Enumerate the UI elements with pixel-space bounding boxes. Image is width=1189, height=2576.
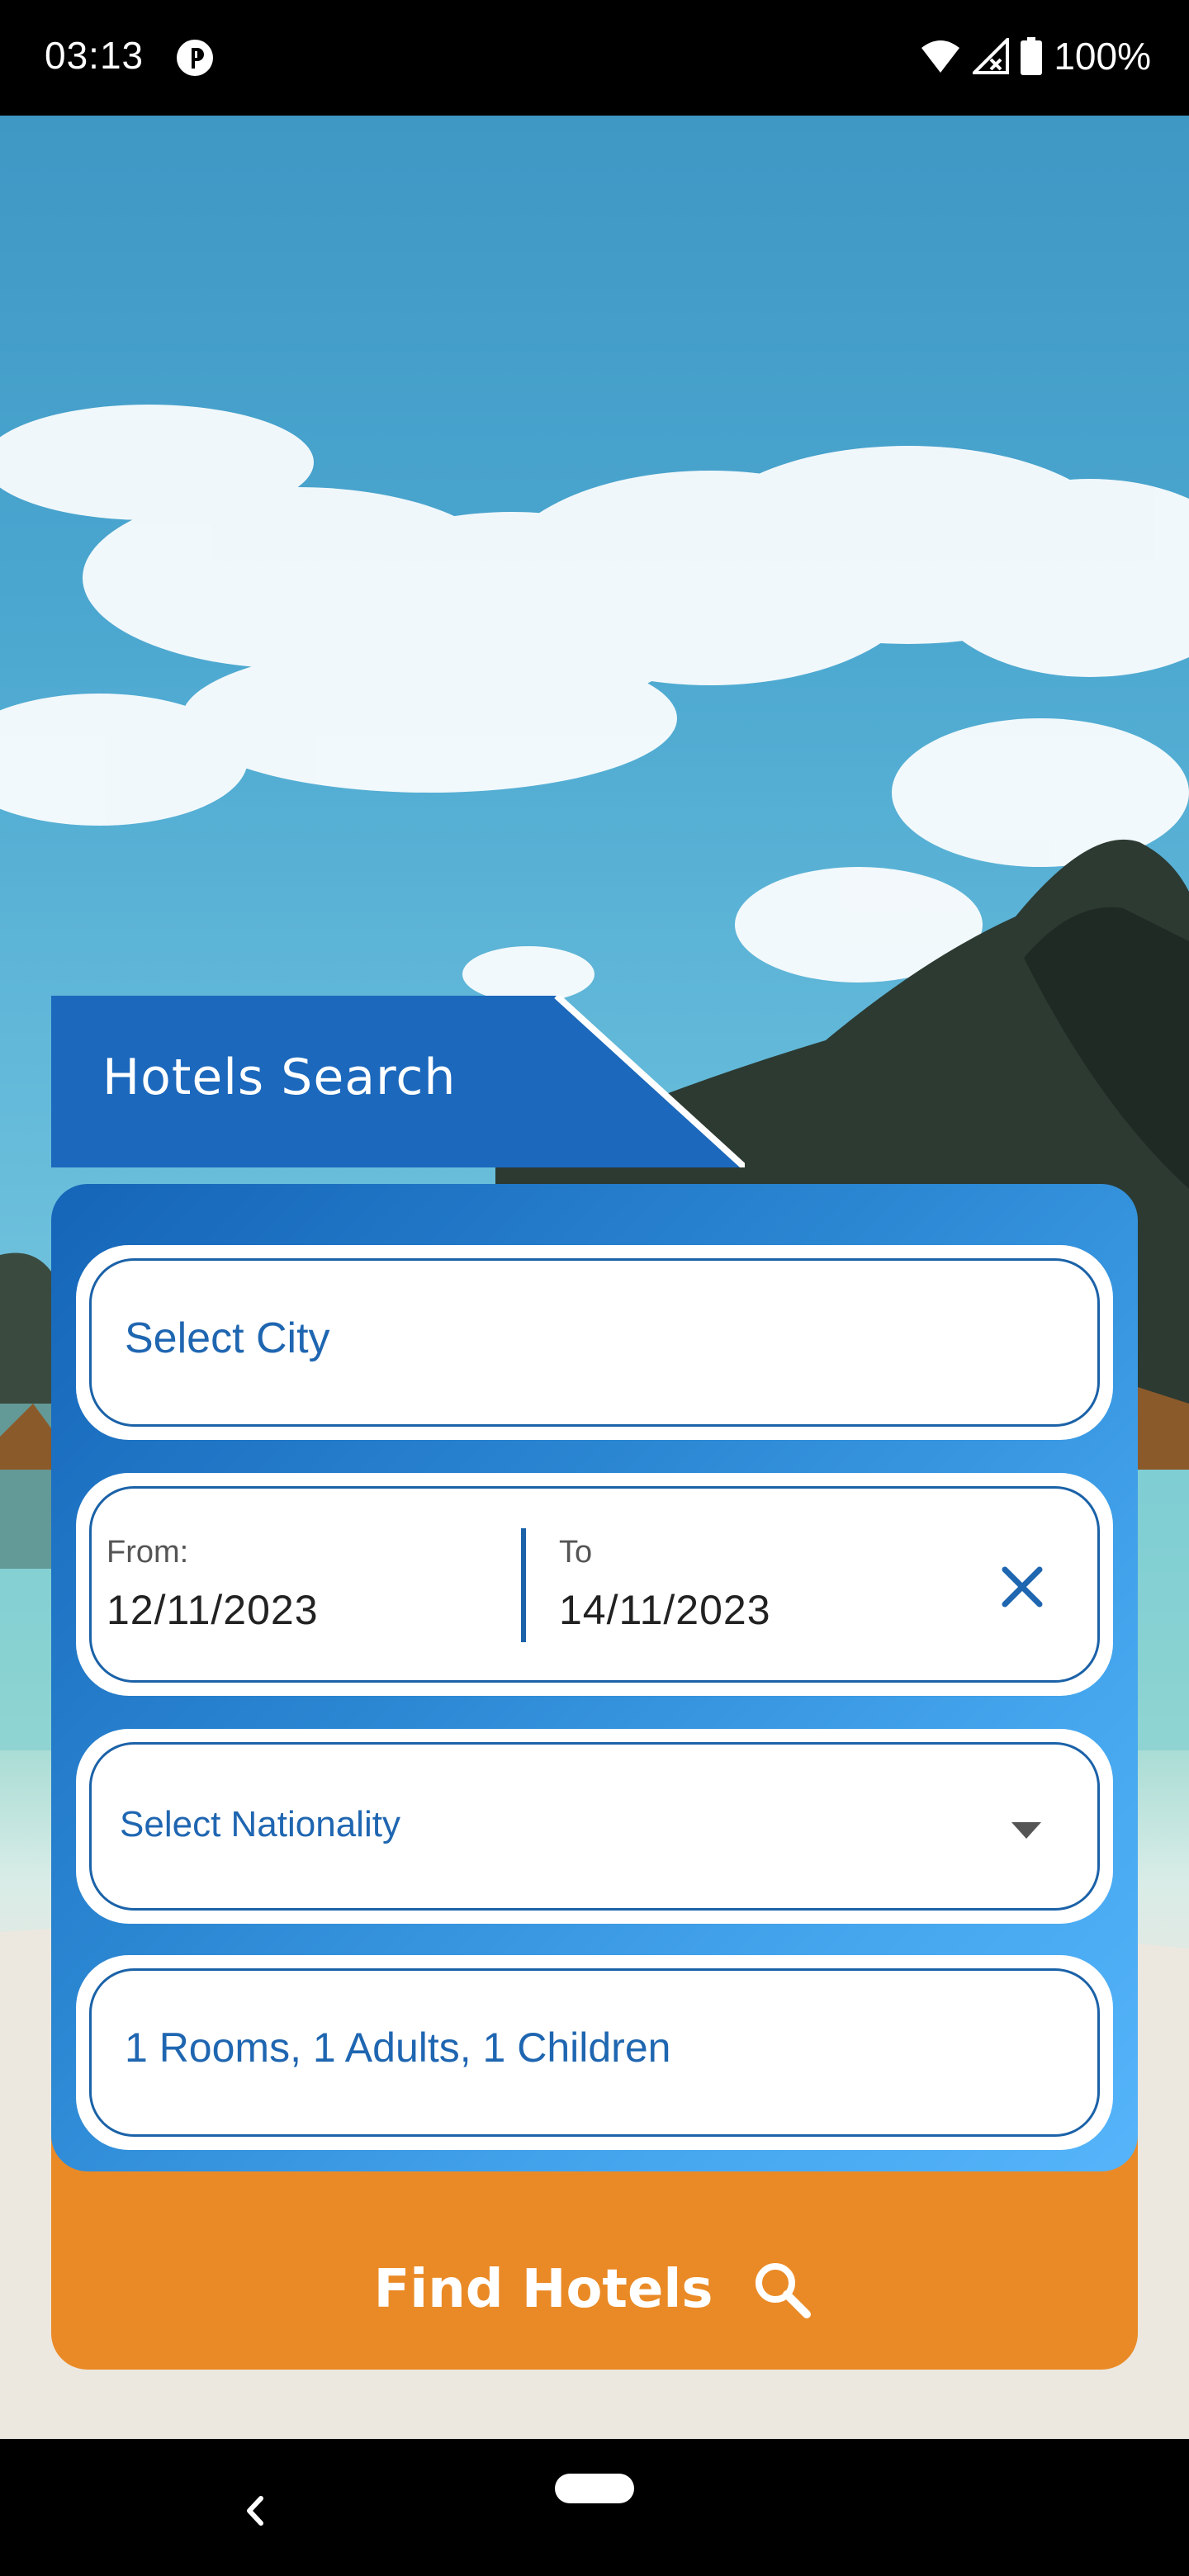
- city-placeholder: Select City: [125, 1314, 330, 1362]
- status-time: 03:13: [45, 34, 144, 77]
- battery-percentage: 100%: [1054, 35, 1151, 78]
- city-field[interactable]: Select City: [76, 1245, 1113, 1440]
- nationality-dropdown[interactable]: Select Nationality: [76, 1729, 1113, 1924]
- occupancy-field[interactable]: 1 Rooms, 1 Adults, 1 Children: [76, 1955, 1113, 2150]
- search-form-panel: Select City From: 12/11/2023 To 14/11/20…: [51, 1184, 1138, 2171]
- from-date-value[interactable]: 12/11/2023: [107, 1586, 319, 1634]
- wifi-icon: [921, 40, 960, 73]
- signal-icon: [973, 38, 1010, 74]
- find-hotels-label: Find Hotels: [373, 2259, 713, 2320]
- nationality-placeholder: Select Nationality: [120, 1804, 400, 1844]
- search-icon: [756, 2263, 812, 2318]
- to-date-value[interactable]: 14/11/2023: [559, 1586, 771, 1634]
- battery-icon: [1021, 37, 1043, 75]
- navigation-bar: [0, 2439, 1189, 2576]
- clear-dates-icon[interactable]: [993, 1558, 1051, 1616]
- occupancy-field-border: 1 Rooms, 1 Adults, 1 Children: [89, 1968, 1100, 2137]
- from-date-label: From:: [107, 1535, 189, 1570]
- chevron-down-icon: [1011, 1822, 1041, 1839]
- status-icons: 100%: [920, 31, 1151, 81]
- occupancy-value: 1 Rooms, 1 Adults, 1 Children: [125, 2024, 671, 2071]
- find-hotels-button-content: Find Hotels: [51, 2252, 1138, 2327]
- date-divider: [521, 1528, 526, 1642]
- status-bar: 03:13 100%: [0, 0, 1189, 116]
- city-field-border: Select City: [89, 1258, 1100, 1427]
- to-date-label: To: [559, 1535, 593, 1570]
- home-handle[interactable]: [555, 2474, 634, 2503]
- nationality-dropdown-border: Select Nationality: [89, 1742, 1100, 1911]
- hotel-search-screen: 03:13 100% Hotels Search Find Hotels Sel…: [0, 0, 1189, 2576]
- app-notification-icon: [177, 40, 213, 76]
- date-range-field[interactable]: From: 12/11/2023 To 14/11/2023: [76, 1473, 1113, 1696]
- page-title: Hotels Search: [102, 1049, 457, 1106]
- date-range-field-border: From: 12/11/2023 To 14/11/2023: [89, 1486, 1100, 1683]
- back-icon[interactable]: [238, 2490, 271, 2531]
